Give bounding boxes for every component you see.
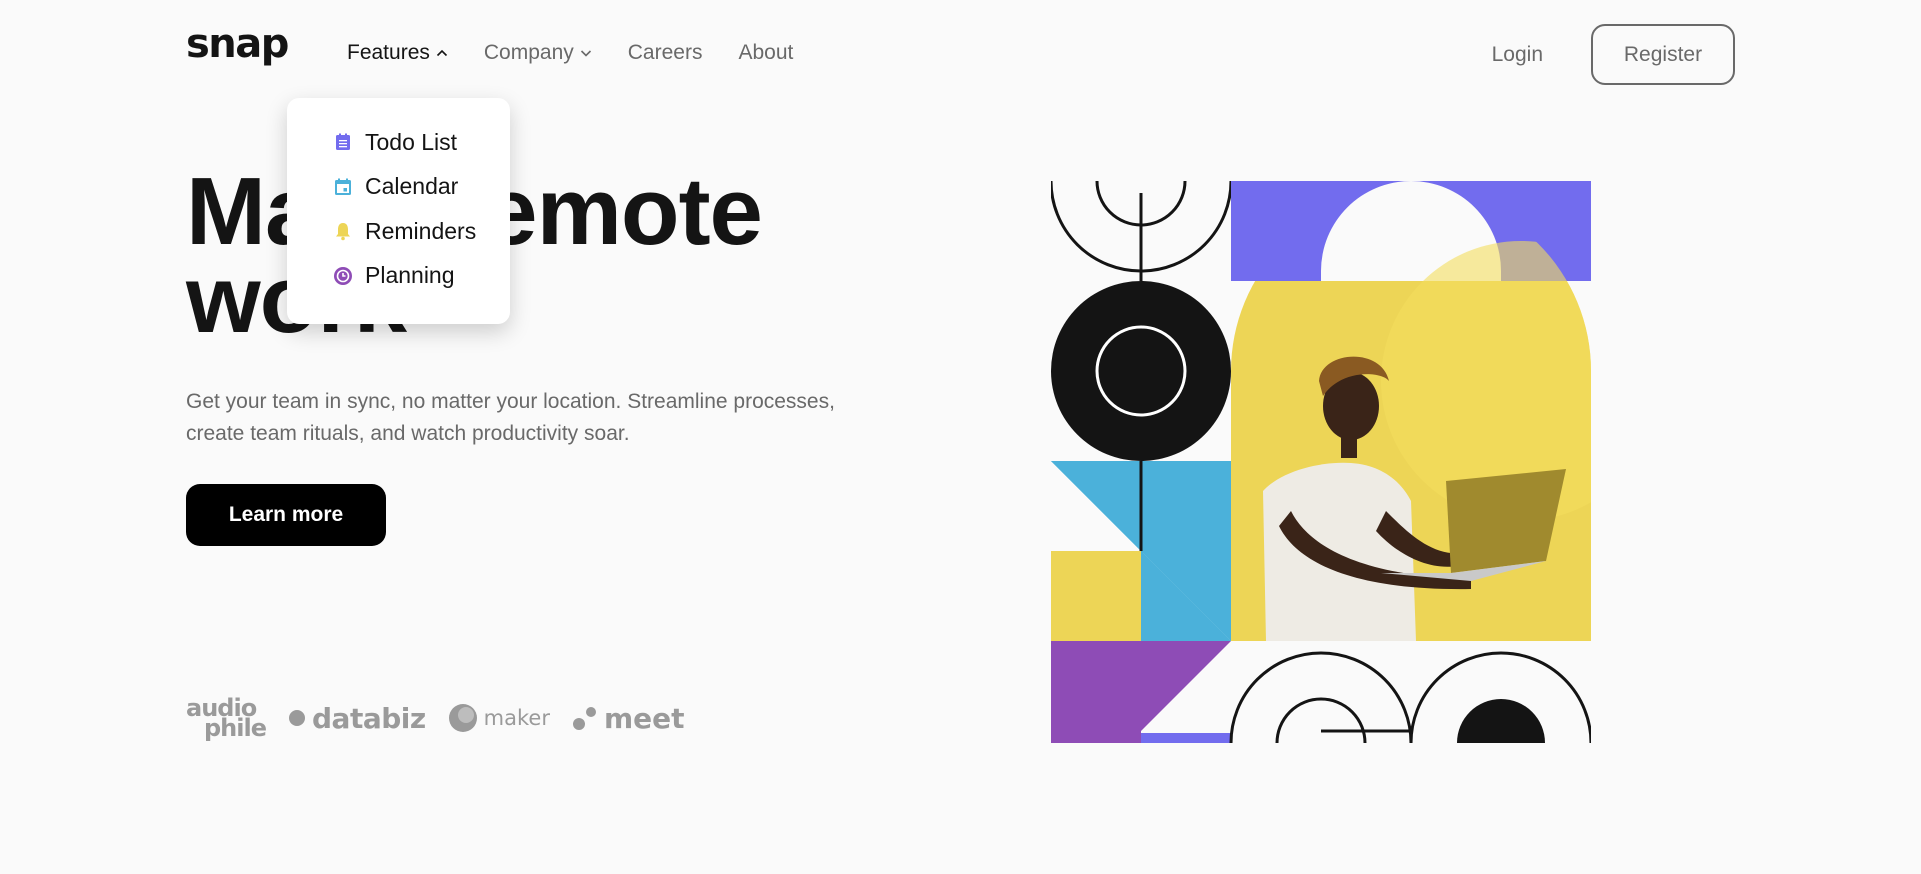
nav-item-label: Company <box>483 41 574 64</box>
meet-logo: meet <box>572 702 685 735</box>
black-circle-shape <box>1051 281 1231 461</box>
menu-item-calendar[interactable]: Calendar <box>333 165 510 210</box>
bell-icon <box>336 223 350 241</box>
maker-logo-text: maker <box>483 706 550 730</box>
client-logos: audio phile databiz maker meet <box>186 696 685 742</box>
page: snap Features Company Careers About Logi… <box>0 0 1921 874</box>
person-photo <box>1231 241 1591 641</box>
learn-more-button[interactable]: Learn more <box>186 484 386 546</box>
black-half-circle-shape <box>1457 699 1545 743</box>
menu-item-todo-list[interactable]: Todo List <box>333 120 510 165</box>
nav-item-company[interactable]: Company <box>484 40 592 66</box>
maker-logo: maker <box>448 703 550 733</box>
hero-subtitle: Get your team in sync, no matter your lo… <box>186 390 835 445</box>
nav-item-about[interactable]: About <box>738 40 793 66</box>
menu-item-label: Calendar <box>365 173 459 200</box>
login-link[interactable]: Login <box>1492 43 1543 67</box>
maker-mark-icon <box>448 704 477 732</box>
menu-item-planning[interactable]: Planning <box>333 254 510 299</box>
databiz-dot-icon <box>289 710 305 726</box>
menu-item-reminders[interactable]: Reminders <box>333 209 510 254</box>
snap-logo[interactable]: snap <box>186 24 289 64</box>
nav-item-label: About <box>738 41 794 64</box>
meet-dots-icon <box>572 707 596 730</box>
todo-list-icon <box>336 133 350 151</box>
auth-controls: Login Register <box>1492 24 1735 85</box>
menu-item-label: Todo List <box>365 128 458 155</box>
nav-item-careers[interactable]: Careers <box>628 40 703 66</box>
features-dropdown-menu: Todo List Calendar Reminders Planning <box>287 98 510 324</box>
line-art-top-left <box>1051 181 1233 281</box>
nav-item-label: Features <box>347 41 430 64</box>
databiz-logo: databiz <box>288 702 426 735</box>
chevron-up-icon <box>436 49 447 57</box>
menu-item-label: Planning <box>365 262 455 289</box>
menu-item-label: Reminders <box>365 217 477 244</box>
audiophile-logo-bottom: phile <box>204 714 267 742</box>
nav-item-label: Careers <box>627 41 703 64</box>
yellow-square-shape <box>1051 551 1141 641</box>
main-nav: Features Company Careers About <box>347 40 829 66</box>
meet-logo-text: meet <box>603 701 685 735</box>
clock-icon <box>334 266 352 285</box>
nav-item-features[interactable]: Features <box>347 40 448 66</box>
hero-illustration <box>1051 181 1591 743</box>
audiophile-logo: audio phile <box>186 696 267 742</box>
chevron-down-icon <box>580 50 591 57</box>
register-button[interactable]: Register <box>1591 24 1735 85</box>
violet-triangle-shape <box>1051 641 1231 743</box>
calendar-icon <box>335 178 351 195</box>
databiz-logo-text: databiz <box>312 701 426 735</box>
